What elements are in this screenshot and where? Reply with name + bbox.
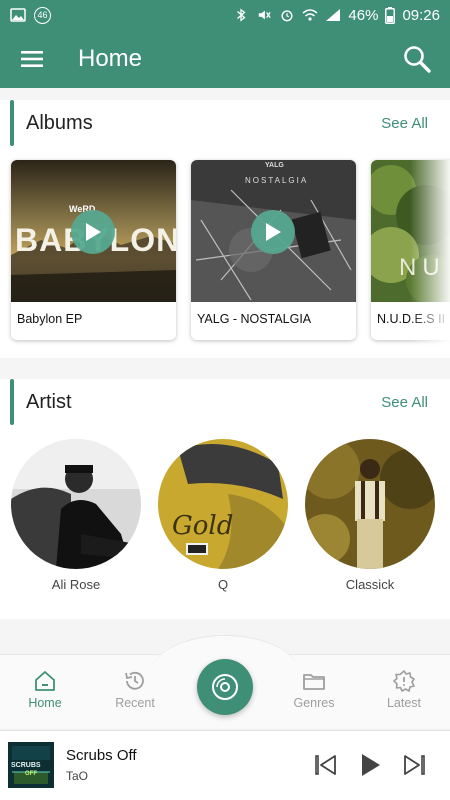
artist-name: Q — [217, 577, 229, 592]
hamburger-menu-icon — [21, 51, 43, 67]
status-bar: 46 46% 09:26 — [0, 0, 450, 30]
home-icon — [35, 671, 55, 691]
search-icon — [404, 46, 431, 73]
alarm-icon — [281, 10, 293, 22]
battery-icon — [385, 6, 396, 24]
play-icon — [362, 754, 380, 776]
album-title: N.U.D.E.S II — [377, 312, 446, 326]
gallery-icon — [10, 8, 26, 22]
albums-see-all-link[interactable]: See All — [381, 115, 428, 132]
play-pause-button[interactable] — [356, 751, 384, 779]
nav-item-latest[interactable]: Latest — [364, 669, 444, 719]
mute-icon — [259, 10, 272, 20]
artist-name: Classick — [345, 577, 395, 592]
sim-badge: 46 — [34, 6, 51, 24]
nav-label: Latest — [386, 696, 422, 710]
artists-header: Artist See All — [0, 379, 450, 425]
nav-label: Recent — [115, 696, 155, 710]
album-card-nudes[interactable]: NU N.U.D.E.S II — [371, 160, 450, 340]
mini-player-cover: SCRUBS OFF — [8, 742, 54, 788]
folder-icon — [303, 674, 325, 690]
nav-label: Genres — [293, 696, 335, 710]
skip-next-icon — [404, 755, 425, 775]
page-title: Home — [78, 45, 143, 72]
play-button[interactable] — [71, 210, 115, 254]
artists-title: Artist — [26, 390, 72, 413]
album-art-text: NU — [399, 254, 446, 281]
nav-item-genres[interactable]: Genres — [274, 669, 354, 719]
app-bar: Home — [0, 30, 450, 88]
nav-item-home[interactable]: Home — [5, 669, 85, 719]
play-icon — [266, 223, 281, 241]
artist-classick[interactable]: Classick — [300, 439, 440, 599]
album-title: YALG - NOSTALGIA — [197, 312, 312, 326]
play-button[interactable] — [251, 210, 295, 254]
albums-header: Albums See All — [0, 100, 450, 146]
artist-name: Ali Rose — [51, 577, 101, 592]
albums-section: Albums See All B — [0, 100, 450, 358]
artist-avatar — [11, 439, 141, 569]
bottom-navigation: Home Recent Genres Latest — [0, 635, 450, 728]
artists-section: Artist See All Ali Rose Gold Q Classick — [0, 379, 450, 619]
next-button[interactable] — [400, 751, 428, 779]
nav-item-recent[interactable]: Recent — [95, 669, 175, 719]
mini-art-text: SCRUBS — [11, 762, 41, 769]
section-accent-bar — [10, 100, 14, 146]
albums-title: Albums — [26, 111, 93, 134]
album-art-text: NOSTALGIA — [245, 176, 309, 185]
artist-ali-rose[interactable]: Ali Rose — [6, 439, 146, 599]
play-icon — [86, 223, 101, 241]
history-icon — [125, 671, 144, 690]
signal-icon — [326, 9, 341, 21]
mini-player-title: Scrubs Off — [66, 747, 137, 764]
artists-carousel[interactable]: Ali Rose Gold Q Classick — [0, 439, 450, 599]
artist-avatar — [305, 439, 435, 569]
album-cover: NU — [371, 160, 450, 302]
section-accent-bar — [10, 379, 14, 425]
previous-button[interactable] — [312, 751, 340, 779]
mini-player-artist: TaO — [66, 769, 89, 783]
artist-art-text: Gold — [172, 511, 234, 541]
artist-avatar: Gold — [158, 439, 288, 569]
clock: 09:26 — [402, 6, 440, 24]
albums-carousel[interactable]: BABYLON WeRD Babylon EP — [0, 160, 450, 345]
artist-q[interactable]: Gold Q — [153, 439, 293, 599]
bluetooth-icon — [237, 8, 246, 22]
album-title: Babylon EP — [17, 312, 83, 326]
home-content[interactable]: Albums See All B — [0, 88, 450, 654]
search-button[interactable] — [398, 40, 436, 78]
wifi-icon — [302, 9, 318, 21]
mini-player[interactable]: SCRUBS OFF Scrubs Off TaO — [0, 730, 450, 800]
now-playing-button[interactable] — [197, 659, 253, 715]
album-card-babylon[interactable]: BABYLON WeRD Babylon EP — [11, 160, 176, 340]
mini-art-text: OFF — [25, 771, 37, 777]
gear-icon — [393, 670, 415, 692]
album-art-small-text: YALG — [265, 162, 284, 169]
disc-icon — [212, 674, 238, 700]
nav-label: Home — [28, 696, 62, 710]
battery-percent: 46% — [348, 6, 379, 24]
skip-previous-icon — [315, 755, 336, 775]
menu-button[interactable] — [12, 39, 52, 79]
artists-see-all-link[interactable]: See All — [381, 394, 428, 411]
album-card-nostalgia[interactable]: NOSTALGIA YALG YALG - NOSTALGIA — [191, 160, 356, 340]
